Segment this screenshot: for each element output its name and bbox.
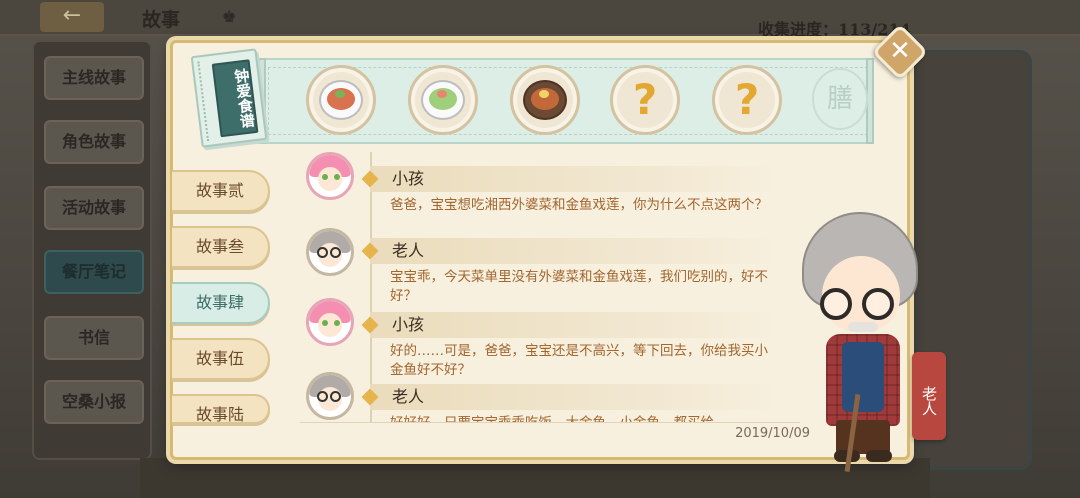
glasses: [317, 247, 328, 258]
dish-icon[interactable]: [306, 65, 376, 135]
sidebar-item-letters[interactable]: 书信: [44, 316, 144, 360]
garnish: [335, 90, 345, 98]
character-name-tag: 老人: [912, 352, 946, 440]
sidebar-item-character-story[interactable]: 角色故事: [44, 120, 144, 164]
dish-icon[interactable]: [408, 65, 478, 135]
dialogue-line: 好好好，只要宝宝乖乖吃饭，大金鱼，小金鱼，都买给: [390, 414, 780, 422]
speaker-bar: [370, 238, 780, 264]
avatar-old-man: [306, 228, 354, 276]
sidebar-item-newspaper[interactable]: 空桑小报: [44, 380, 144, 424]
tab-story-4[interactable]: 故事肆: [172, 282, 270, 324]
faded-recipe-slot: 膳: [812, 68, 868, 130]
old-man-character: [792, 212, 932, 472]
glasses: [330, 247, 341, 258]
glasses: [317, 391, 328, 402]
locked-recipe-slot[interactable]: ?: [712, 65, 782, 135]
avatar-old-man: [306, 372, 354, 420]
book-binding: [197, 60, 214, 141]
eye: [322, 174, 328, 180]
recipe-book-icon: 钟爱食谱: [190, 48, 268, 148]
glasses: [330, 391, 341, 402]
speaker-bar: [370, 384, 780, 410]
character-glasses: [862, 288, 894, 320]
speaker-name: 小孩: [392, 169, 425, 188]
dialogue-line: 爸爸，宝宝想吃湘西外婆菜和金鱼戏莲，你为什么不点这两个？: [390, 197, 768, 213]
dialogue-line: 好的……可是，爸爸，宝宝还是不高兴，等下回去，你给我买小金鱼好不好？: [390, 343, 768, 378]
top-bar: ← 故事 ♚ 收集进度：113/214: [0, 0, 1080, 39]
close-icon: ✕: [889, 36, 911, 66]
crown-icon: ♚: [222, 7, 237, 26]
character-mustache: [848, 322, 878, 332]
speaker-name: 老人: [392, 241, 425, 260]
tab-story-3[interactable]: 故事叁: [172, 226, 270, 268]
locked-recipe-slot[interactable]: ?: [610, 65, 680, 135]
page-title: 故事: [142, 9, 181, 31]
eye: [334, 174, 340, 180]
sidebar-item-main-story[interactable]: 主线故事: [44, 56, 144, 100]
speaker-bar: [370, 312, 780, 338]
back-arrow-icon[interactable]: ←: [40, 2, 104, 32]
garnish: [437, 90, 447, 98]
sidebar-item-restaurant-notes[interactable]: 餐厅笔记: [44, 250, 144, 294]
character-pants: [836, 420, 890, 454]
speaker-bar: [370, 166, 780, 192]
question-mark-icon: ?: [632, 75, 658, 124]
question-mark-icon: ?: [734, 75, 760, 124]
tab-story-5[interactable]: 故事伍: [172, 338, 270, 380]
divider: [300, 422, 800, 423]
speaker-name: 老人: [392, 387, 425, 406]
character-vest: [842, 342, 884, 412]
tab-story-2[interactable]: 故事贰: [172, 170, 270, 212]
garnish: [539, 90, 549, 98]
eye: [322, 320, 328, 326]
avatar-child: [306, 152, 354, 200]
sidebar-item-event-story[interactable]: 活动故事: [44, 186, 144, 230]
character-shoe: [866, 450, 892, 462]
tab-story-6[interactable]: 故事陆: [172, 394, 270, 424]
dish-icon[interactable]: [510, 65, 580, 135]
dialogue-line: 宝宝乖，今天菜单里没有外婆菜和金鱼戏莲，我们吃别的，好不好？: [390, 269, 768, 304]
avatar-child: [306, 298, 354, 346]
dialogue-list[interactable]: 小孩 爸爸，宝宝想吃湘西外婆菜和金鱼戏莲，你为什么不点这两个？ 老人 宝宝乖，今…: [300, 150, 800, 422]
character-glasses: [820, 288, 852, 320]
speaker-name: 小孩: [392, 315, 425, 334]
eye: [334, 320, 340, 326]
book-title: 钟爱食谱: [211, 59, 259, 138]
